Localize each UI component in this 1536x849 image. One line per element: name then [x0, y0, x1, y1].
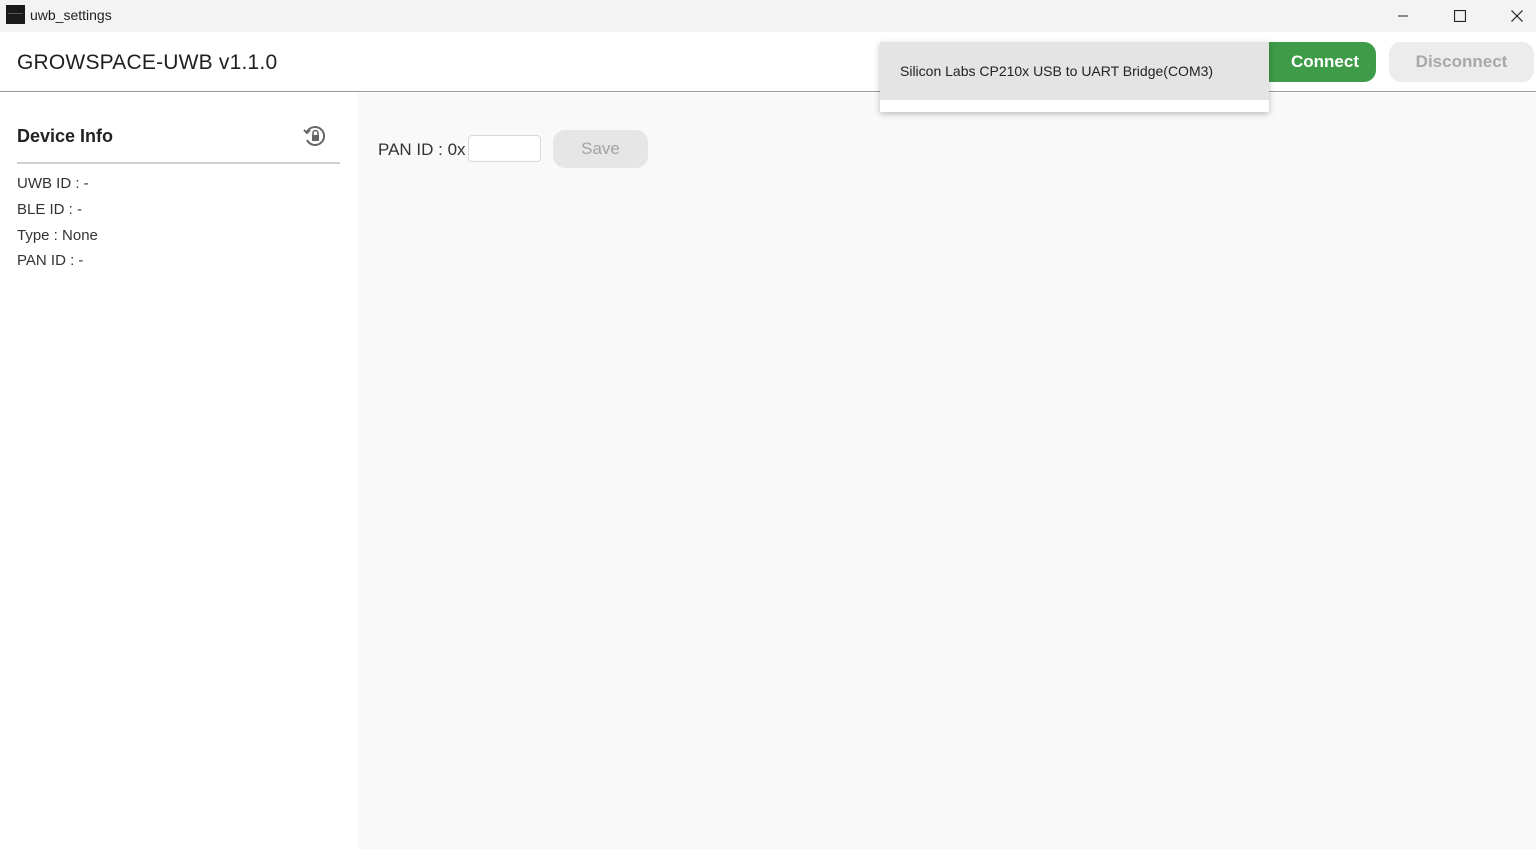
save-button[interactable]: Save: [553, 130, 648, 168]
app-icon: [6, 5, 25, 24]
title-bar: uwb_settings: [0, 0, 1536, 32]
window-title: uwb_settings: [30, 7, 112, 23]
minimize-icon: [1398, 15, 1408, 17]
device-info-title: Device Info: [17, 126, 114, 146]
minimize-button[interactable]: [1380, 0, 1426, 32]
close-button[interactable]: [1494, 0, 1536, 32]
refresh-lock-icon[interactable]: [302, 123, 328, 149]
pan-id-label: PAN ID : 0x: [378, 140, 466, 159]
maximize-icon: [1454, 10, 1466, 22]
app-title: GROWSPACE-UWB v1.1.0: [17, 51, 278, 74]
maximize-button[interactable]: [1437, 0, 1483, 32]
close-icon: [1511, 10, 1523, 22]
divider: [17, 162, 340, 164]
app-header: GROWSPACE-UWB v1.1.0 Connect Disconnect: [0, 32, 1536, 92]
pan-id-input[interactable]: [468, 135, 541, 162]
port-option[interactable]: Silicon Labs CP210x USB to UART Bridge(C…: [880, 42, 1269, 100]
device-info-panel: Device Info UWB ID : - BLE ID : - Type :…: [0, 93, 358, 849]
ble-id-text: BLE ID : -: [17, 201, 83, 218]
pan-id-text: PAN ID : -: [17, 252, 84, 269]
disconnect-button[interactable]: Disconnect: [1389, 42, 1534, 82]
app-window: uwb_settings GROWSPACE-UWB v1.1.0 Connec…: [0, 0, 1536, 849]
type-text: Type : None: [17, 227, 98, 244]
port-dropdown-menu: Silicon Labs CP210x USB to UART Bridge(C…: [880, 42, 1269, 112]
uwb-id-text: UWB ID : -: [17, 175, 89, 192]
main-panel: PAN ID : 0x Save: [358, 93, 1536, 849]
